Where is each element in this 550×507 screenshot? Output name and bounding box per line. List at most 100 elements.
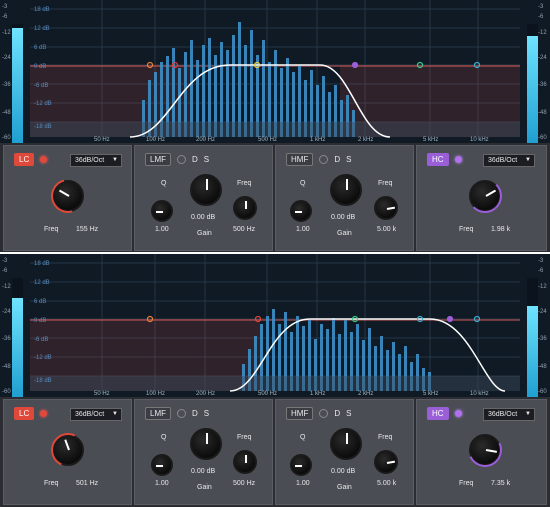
input-level-meter	[12, 278, 23, 398]
spectrum	[142, 22, 355, 137]
lc-enable-led[interactable]	[40, 156, 48, 163]
hc-enable-led[interactable]	[454, 156, 462, 163]
hc-toggle[interactable]: HC	[427, 407, 449, 420]
lmf-q-label: Q	[161, 180, 167, 187]
eq-panel-top: -3 -6 -12 -24 -36 -48 -60 -3 -6 -12 -24 …	[0, 0, 550, 253]
band-lmf: LMF D S Q 1.00 0.00 dB Gain Freq 500 Hz	[134, 399, 273, 505]
lc-freq-knob[interactable]	[44, 172, 92, 220]
band-lc: LC 36dB/Oct Freq 155 Hz	[3, 145, 132, 251]
eq-plot-svg: 18 dB 12 dB 6 dB 0 dB -6 dB -12 dB -18 d…	[30, 0, 520, 143]
scale-label: -12	[2, 30, 11, 36]
scale-label: -3	[2, 258, 8, 264]
lmf-dynamic-button[interactable]: D	[192, 409, 198, 418]
scale-label: -24	[538, 309, 547, 315]
hmf-q-knob[interactable]	[290, 200, 312, 222]
scale-label: -60	[538, 389, 547, 395]
scale-label: -24	[2, 309, 11, 315]
lmf-freq-value: 500 Hz	[233, 226, 256, 233]
hmf-q-label: Q	[300, 434, 306, 441]
hmf-enable-led[interactable]	[319, 155, 329, 164]
db-label: -18 dB	[34, 378, 52, 384]
lmf-enable-led[interactable]	[177, 409, 186, 418]
lmf-freq-knob[interactable]	[233, 450, 257, 474]
band-head: LMF D S	[145, 406, 209, 421]
hmf-freq-knob[interactable]	[374, 450, 398, 474]
scale-label: -3	[538, 258, 544, 264]
hc-freq-value: 7.35 k	[491, 480, 511, 487]
db-label: 6 dB	[34, 299, 46, 305]
scale-label: -48	[538, 110, 547, 116]
hc-toggle[interactable]: HC	[427, 153, 449, 166]
lmf-solo-button[interactable]: S	[204, 155, 209, 164]
hmf-freq-label: Freq	[378, 180, 393, 187]
lc-toggle[interactable]: LC	[14, 153, 35, 166]
eq-panel-bottom: -3 -6 -12 -24 -36 -48 -60 -3 -6 -12 -24 …	[0, 254, 550, 507]
lmf-solo-button[interactable]: S	[204, 409, 209, 418]
right-meter-scale: -3 -6 -12 -24 -36 -48 -60	[536, 0, 550, 143]
eq-plot-svg: 18 dB 12 dB 6 dB 0 dB -6 dB -12 dB -18 d…	[30, 254, 520, 397]
lc-enable-led[interactable]	[40, 410, 48, 417]
db-label: 6 dB	[34, 45, 46, 51]
scale-label: -6	[2, 14, 8, 20]
handle-hc	[446, 315, 454, 323]
lmf-enable-led[interactable]	[177, 155, 186, 164]
lmf-q-knob[interactable]	[151, 454, 173, 476]
hmf-solo-button[interactable]: S	[346, 155, 351, 164]
eq-plot[interactable]: 18 dB 12 dB 6 dB 0 dB -6 dB -12 dB -18 d…	[30, 254, 520, 397]
hc-enable-led[interactable]	[454, 410, 462, 417]
hmf-dynamic-button[interactable]: D	[334, 409, 340, 418]
hmf-enable-led[interactable]	[319, 409, 329, 418]
lmf-toggle[interactable]: LMF	[145, 153, 171, 166]
lmf-gain-knob[interactable]	[190, 428, 222, 460]
hc-freq-value: 1.98 k	[491, 226, 511, 233]
hmf-solo-button[interactable]: S	[346, 409, 351, 418]
hmf-toggle[interactable]: HMF	[286, 153, 314, 166]
band-hmf: HMF D S Q 1.00 0.00 dB Gain Freq 5.00 k	[275, 145, 414, 251]
band-head: LC	[14, 406, 48, 421]
hmf-dynamic-button[interactable]: D	[334, 155, 340, 164]
eq-plot[interactable]: 18 dB 12 dB 6 dB 0 dB -6 dB -12 dB -18 d…	[30, 0, 520, 143]
lc-freq-knob[interactable]	[46, 428, 90, 472]
hc-slope-select[interactable]: 36dB/Oct	[483, 408, 535, 421]
hmf-freq-label: Freq	[378, 434, 393, 441]
lmf-freq-label: Freq	[237, 180, 252, 187]
hc-freq-knob[interactable]	[463, 428, 507, 472]
hc-freq-knob[interactable]	[468, 179, 502, 213]
lc-freq-label: Freq	[44, 226, 59, 233]
band-lmf: LMF D S Q 1.00 0.00 dB Gain Freq 500 Hz	[134, 145, 273, 251]
eq-graph[interactable]: -3 -6 -12 -24 -36 -48 -60 -3 -6 -12 -24 …	[0, 254, 550, 398]
band-head: HMF D S	[286, 152, 351, 167]
band-lc: LC 36dB/Oct Freq 501 Hz	[3, 399, 132, 505]
lc-slope-select[interactable]: 36dB/Oct	[70, 408, 122, 421]
hmf-q-value: 1.00	[296, 480, 310, 487]
scale-label: -6	[538, 14, 544, 20]
hmf-toggle[interactable]: HMF	[286, 407, 314, 420]
band-hc: HC 36dB/Oct Freq 7.35 k	[416, 399, 547, 505]
lmf-q-knob[interactable]	[151, 200, 173, 222]
band-head: LMF D S	[145, 152, 209, 167]
scale-label: -6	[2, 268, 8, 274]
hmf-freq-knob[interactable]	[374, 196, 398, 220]
hc-freq-label: Freq	[459, 480, 474, 487]
lmf-gain-value: 0.00 dB	[191, 214, 216, 221]
lc-slope-select[interactable]: 36dB/Oct	[70, 154, 122, 167]
db-label: 18 dB	[34, 261, 50, 267]
hmf-gain-knob[interactable]	[330, 174, 362, 206]
scale-label: -36	[2, 82, 11, 88]
lc-freq-label: Freq	[44, 480, 59, 487]
hmf-q-knob[interactable]	[290, 454, 312, 476]
scale-label: -12	[538, 284, 547, 290]
lmf-toggle[interactable]: LMF	[145, 407, 171, 420]
lmf-dynamic-button[interactable]: D	[192, 155, 198, 164]
lc-toggle[interactable]: LC	[14, 407, 35, 420]
hmf-gain-knob[interactable]	[330, 428, 362, 460]
lmf-gain-knob[interactable]	[190, 174, 222, 206]
eq-graph[interactable]: -3 -6 -12 -24 -36 -48 -60 -3 -6 -12 -24 …	[0, 0, 550, 144]
db-label: 0 dB	[34, 318, 46, 324]
lmf-freq-knob[interactable]	[233, 196, 257, 220]
lmf-gain-label: Gain	[197, 484, 212, 491]
hc-slope-select[interactable]: 36dB/Oct	[483, 154, 535, 167]
scale-label: -36	[538, 336, 547, 342]
db-label: 12 dB	[34, 280, 50, 286]
scale-label: -60	[538, 135, 547, 141]
